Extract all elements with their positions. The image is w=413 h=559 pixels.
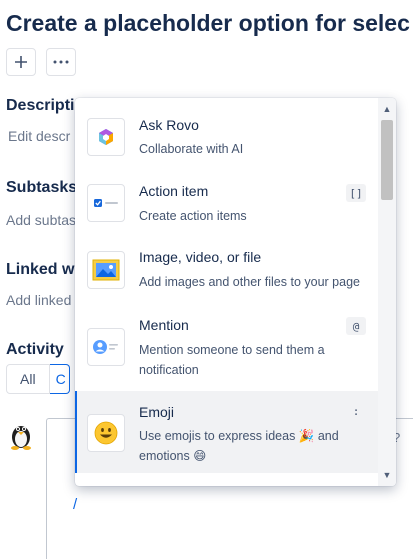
shortcut-badge: [] [346,184,366,202]
page-title: Create a placeholder option for selec [6,10,410,36]
menu-item-description: Collaborate with AI [139,142,244,156]
menu-item-title: Mention [139,317,189,333]
editor-slash-text: / [73,496,78,513]
menu-item-description: Mention someone to send them a notificat… [139,343,325,377]
menu-item-action-item[interactable]: Action item Create action items [] [75,170,378,236]
add-subtask-link[interactable]: Add subtas [6,212,76,228]
ellipsis-icon [53,60,69,64]
description-field[interactable]: Edit descr [8,128,70,144]
menu-item-mention[interactable]: Mention Mention someone to send them a n… [75,303,378,391]
add-linked-link[interactable]: Add linked [6,292,71,308]
menu-item-description: Add images and other files to your page [139,275,360,289]
shortcut-badge: @ [346,317,366,335]
scroll-down-arrow-icon[interactable]: ▼ [378,467,396,483]
add-button[interactable] [6,48,36,76]
menu-item-emoji[interactable]: Emoji Use emojis to express ideas 🎉 and … [75,391,378,473]
activity-heading: Activity [6,341,64,358]
menu-item-ask-rovo[interactable]: Ask Rovo Collaborate with AI [75,98,378,170]
action-item-icon [87,184,125,222]
linked-heading: Linked w [6,261,75,278]
shortcut-badge: : [346,402,366,420]
slash-command-menu: Ask Rovo Collaborate with AI Action item… [75,98,396,486]
avatar [11,426,31,450]
emoji-icon [87,414,125,452]
scroll-thumb[interactable] [381,120,393,200]
menu-item-image-video-file[interactable]: Image, video, or file Add images and oth… [75,236,378,303]
tab-comments[interactable]: C [49,364,70,394]
menu-item-title: Emoji [139,404,175,420]
description-heading: Descripti [6,97,75,114]
subtasks-heading: Subtasks [6,179,78,196]
menu-item-title: Ask Rovo [139,117,199,133]
plus-icon [15,56,27,68]
menu-item-title: Action item [139,183,209,199]
scroll-up-arrow-icon[interactable]: ▲ [378,101,396,117]
menu-item-description: Use emojis to express ideas 🎉 and emotio… [139,429,339,463]
menu-scrollbar[interactable]: ▲ ▼ [378,98,396,486]
image-icon [87,251,125,289]
activity-tabs: All C [6,364,70,394]
more-actions-button[interactable] [46,48,76,76]
tab-all[interactable]: All [6,364,50,394]
menu-item-title: Image, video, or file [139,249,262,265]
menu-item-description: Create action items [139,209,247,223]
mention-icon [87,328,125,366]
rovo-icon [87,118,125,156]
